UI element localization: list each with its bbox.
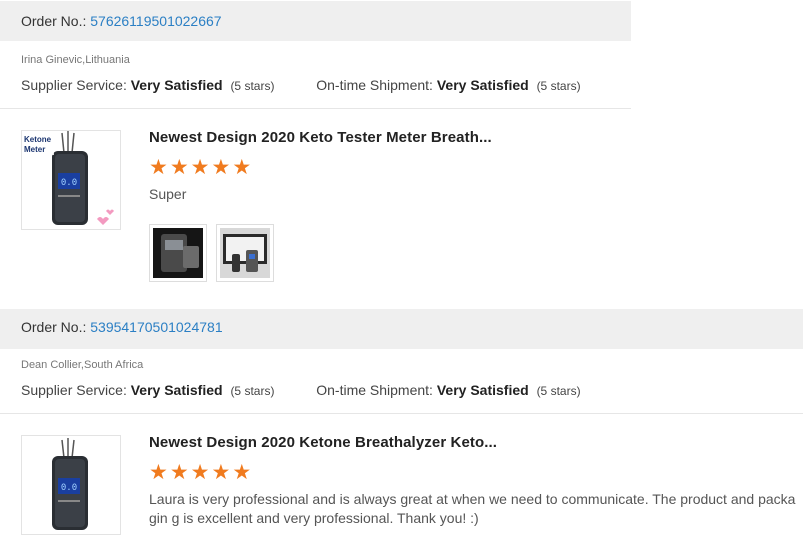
review-comment: Super [149, 186, 187, 202]
product-thumbnail[interactable]: 0.0 [21, 435, 121, 535]
shipment-value: Very Satisfied [436, 382, 529, 398]
review-comment: Laura is very professional and is always… [149, 491, 796, 526]
review-star-rating: ★ ★ ★ ★ ★ [149, 461, 252, 484]
product-thumbnail[interactable]: 0.0 Ketone Meter [21, 130, 121, 230]
order-header: Order No.: 57626119501022667 [0, 1, 631, 41]
star-icon: ★ [211, 461, 231, 484]
buyer-name: Dean Collier,South Africa [21, 359, 144, 371]
svg-text:0.0: 0.0 [61, 178, 77, 188]
shipment-label: On-time Shipment: [316, 77, 433, 93]
order-header: Order No.: 53954170501024781 [0, 309, 803, 349]
shipment-label: On-time Shipment: [316, 382, 433, 398]
photo-image [153, 228, 203, 278]
star-icon: ★ [232, 156, 252, 179]
seller-ratings: Supplier Service: Very Satisfied (5 star… [21, 77, 581, 93]
order-number-link[interactable]: 53954170501024781 [90, 319, 222, 335]
order-number-label: Order No.: [21, 13, 87, 29]
star-icon: ★ [190, 156, 210, 179]
supplier-service-stars: (5 stars) [230, 384, 275, 398]
review-photo[interactable] [216, 224, 274, 282]
svg-text:0.0: 0.0 [61, 483, 77, 493]
star-icon: ★ [149, 461, 168, 484]
star-icon: ★ [211, 156, 231, 179]
divider [0, 413, 803, 414]
star-icon: ★ [169, 461, 189, 484]
shipment-value: Very Satisfied [436, 77, 529, 93]
breathalyzer-image: 0.0 [22, 436, 120, 534]
supplier-service-label: Supplier Service: [21, 77, 127, 93]
photo-image [220, 228, 270, 278]
order-number-link[interactable]: 57626119501022667 [90, 13, 221, 29]
supplier-service-value: Very Satisfied [130, 382, 223, 398]
divider [0, 108, 631, 109]
supplier-service-value: Very Satisfied [130, 77, 223, 93]
thumbnail-caption: Ketone Meter [24, 135, 54, 155]
shipment-stars: (5 stars) [536, 79, 581, 93]
product-title-link[interactable]: Newest Design 2020 Keto Tester Meter Bre… [149, 129, 492, 146]
supplier-service-stars: (5 stars) [230, 79, 275, 93]
star-icon: ★ [190, 461, 210, 484]
buyer-name: Irina Ginevic,Lithuania [21, 54, 130, 66]
star-icon: ★ [232, 461, 252, 484]
shipment-stars: (5 stars) [536, 384, 581, 398]
star-icon: ★ [169, 156, 189, 179]
review-star-rating: ★ ★ ★ ★ ★ [149, 156, 252, 179]
order-number-label: Order No.: [21, 319, 87, 335]
review-photo[interactable] [149, 224, 207, 282]
seller-ratings: Supplier Service: Very Satisfied (5 star… [21, 382, 581, 398]
supplier-service-label: Supplier Service: [21, 382, 127, 398]
product-title-link[interactable]: Newest Design 2020 Ketone Breathalyzer K… [149, 434, 497, 451]
star-icon: ★ [149, 156, 168, 179]
